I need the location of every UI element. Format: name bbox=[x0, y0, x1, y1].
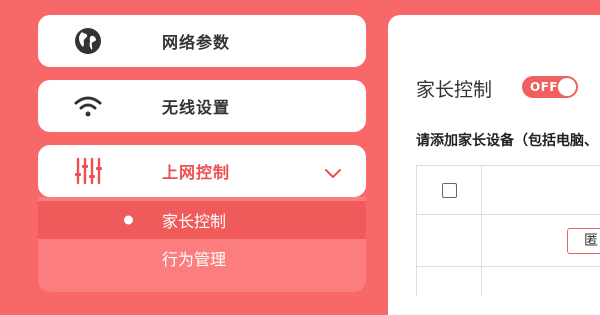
sliders-icon bbox=[70, 153, 106, 189]
globe-icon bbox=[70, 23, 106, 59]
submenu-item-label: 家长控制 bbox=[162, 212, 227, 231]
chevron-down-icon[interactable] bbox=[324, 165, 342, 178]
parental-control-toggle[interactable]: OFF bbox=[522, 76, 578, 98]
submenu-item-behavior-management[interactable]: 行为管理 bbox=[38, 239, 366, 277]
sidebar-item-label: 网络参数 bbox=[162, 33, 231, 52]
sidebar-item-label: 上网控制 bbox=[162, 163, 231, 182]
page-title: 家长控制 bbox=[416, 79, 493, 101]
submenu-item-parental-control[interactable]: 家长控制 bbox=[38, 201, 366, 239]
instruction-text: 请添加家长设备（包括电脑、 bbox=[416, 133, 598, 149]
table-column-divider bbox=[481, 166, 482, 296]
sidebar-item-internet-control[interactable]: 上网控制 bbox=[38, 145, 366, 197]
active-dot-icon bbox=[124, 215, 133, 225]
main-panel: 家长控制 OFF 请添加家长设备（包括电脑、 匿 bbox=[388, 15, 600, 315]
submenu-item-label: 行为管理 bbox=[162, 250, 227, 269]
table-row-divider bbox=[417, 266, 600, 267]
device-table: 匿 bbox=[416, 165, 600, 296]
edit-button[interactable]: 匿 bbox=[567, 228, 600, 254]
toggle-label: OFF bbox=[530, 80, 559, 94]
table-row-divider bbox=[417, 214, 600, 215]
wifi-icon bbox=[70, 88, 106, 124]
toggle-knob bbox=[558, 78, 576, 96]
select-all-checkbox[interactable] bbox=[442, 183, 457, 198]
submenu-internet-control: 家长控制 行为管理 bbox=[38, 197, 366, 292]
sidebar-item-wireless-settings[interactable]: 无线设置 bbox=[38, 80, 366, 132]
sidebar-item-label: 无线设置 bbox=[162, 98, 231, 117]
sidebar-item-network-params[interactable]: 网络参数 bbox=[38, 15, 366, 67]
